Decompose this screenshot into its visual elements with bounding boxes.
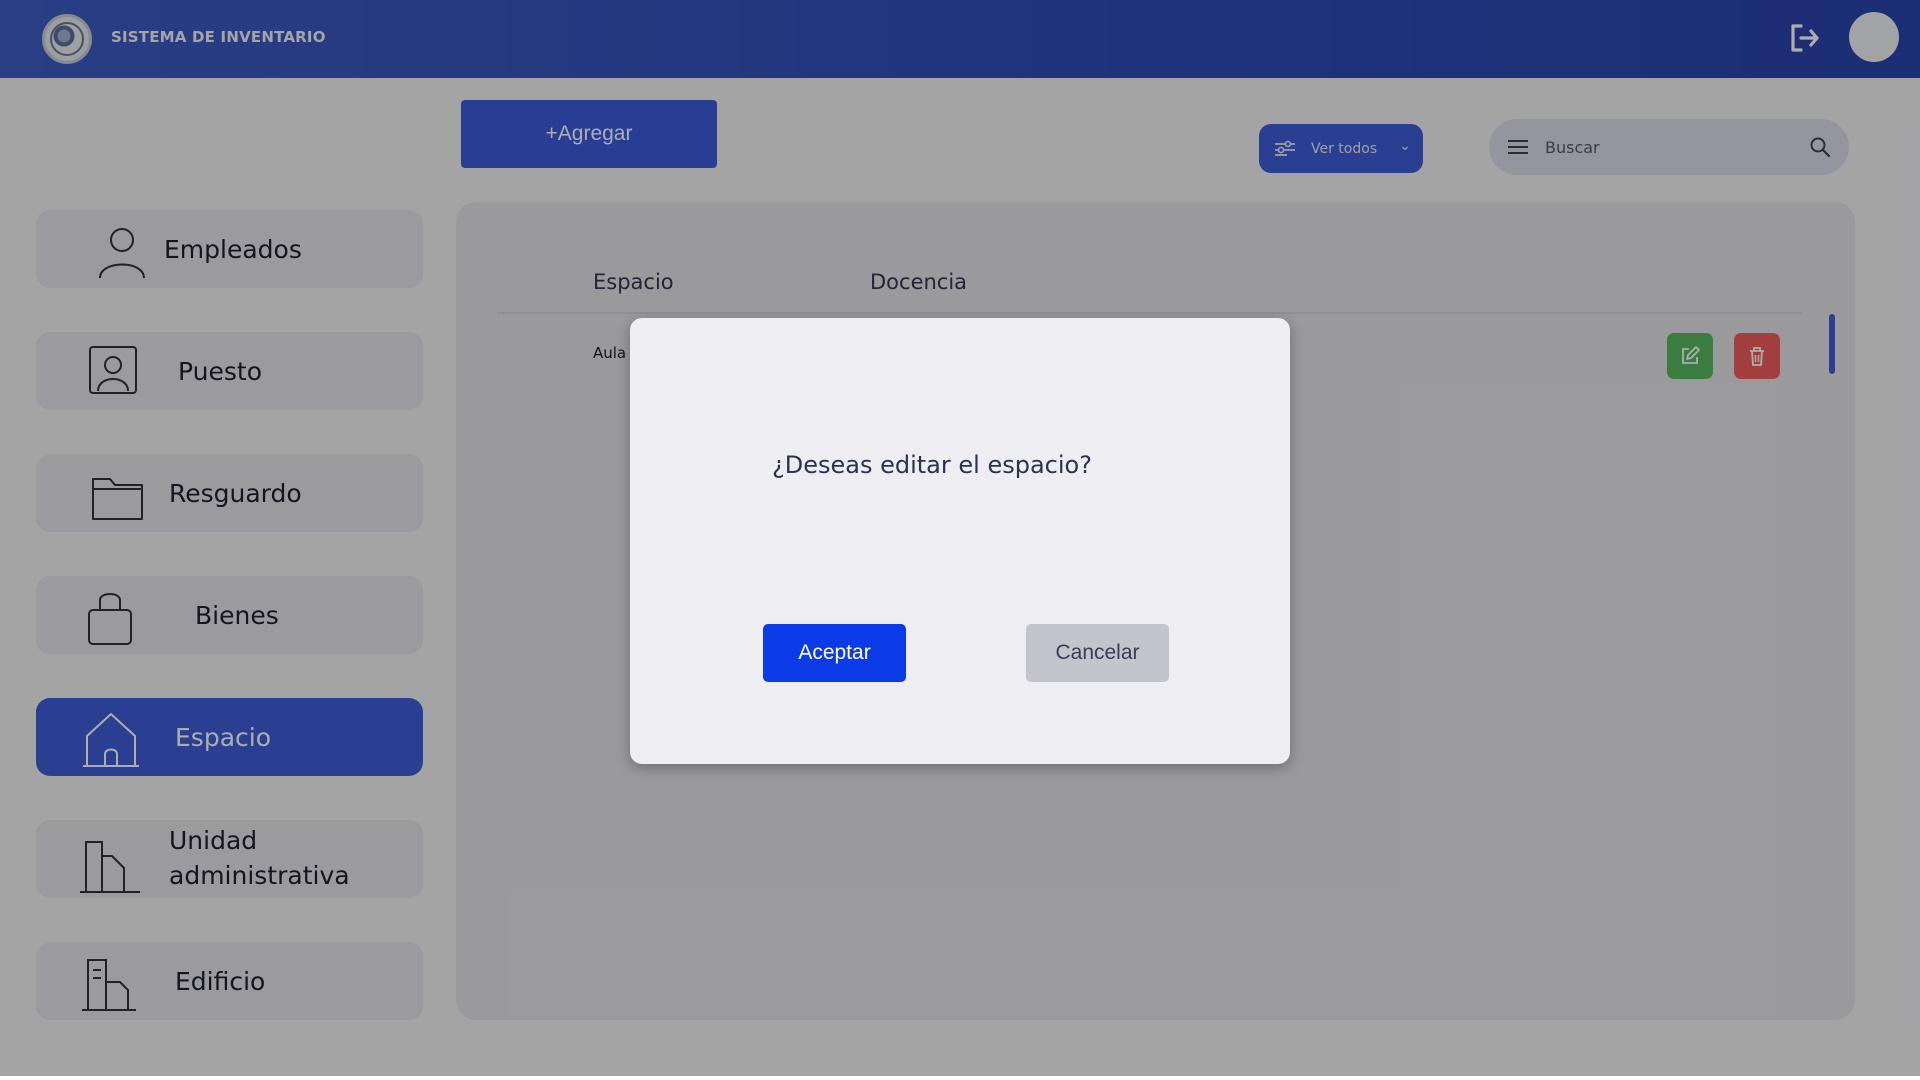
page-bottom-edge (0, 1076, 1920, 1080)
accept-button[interactable]: Aceptar (763, 624, 906, 682)
cancel-button[interactable]: Cancelar (1026, 624, 1169, 682)
dialog-question: ¿Deseas editar el espacio? (772, 451, 1092, 479)
confirm-dialog (630, 318, 1290, 764)
